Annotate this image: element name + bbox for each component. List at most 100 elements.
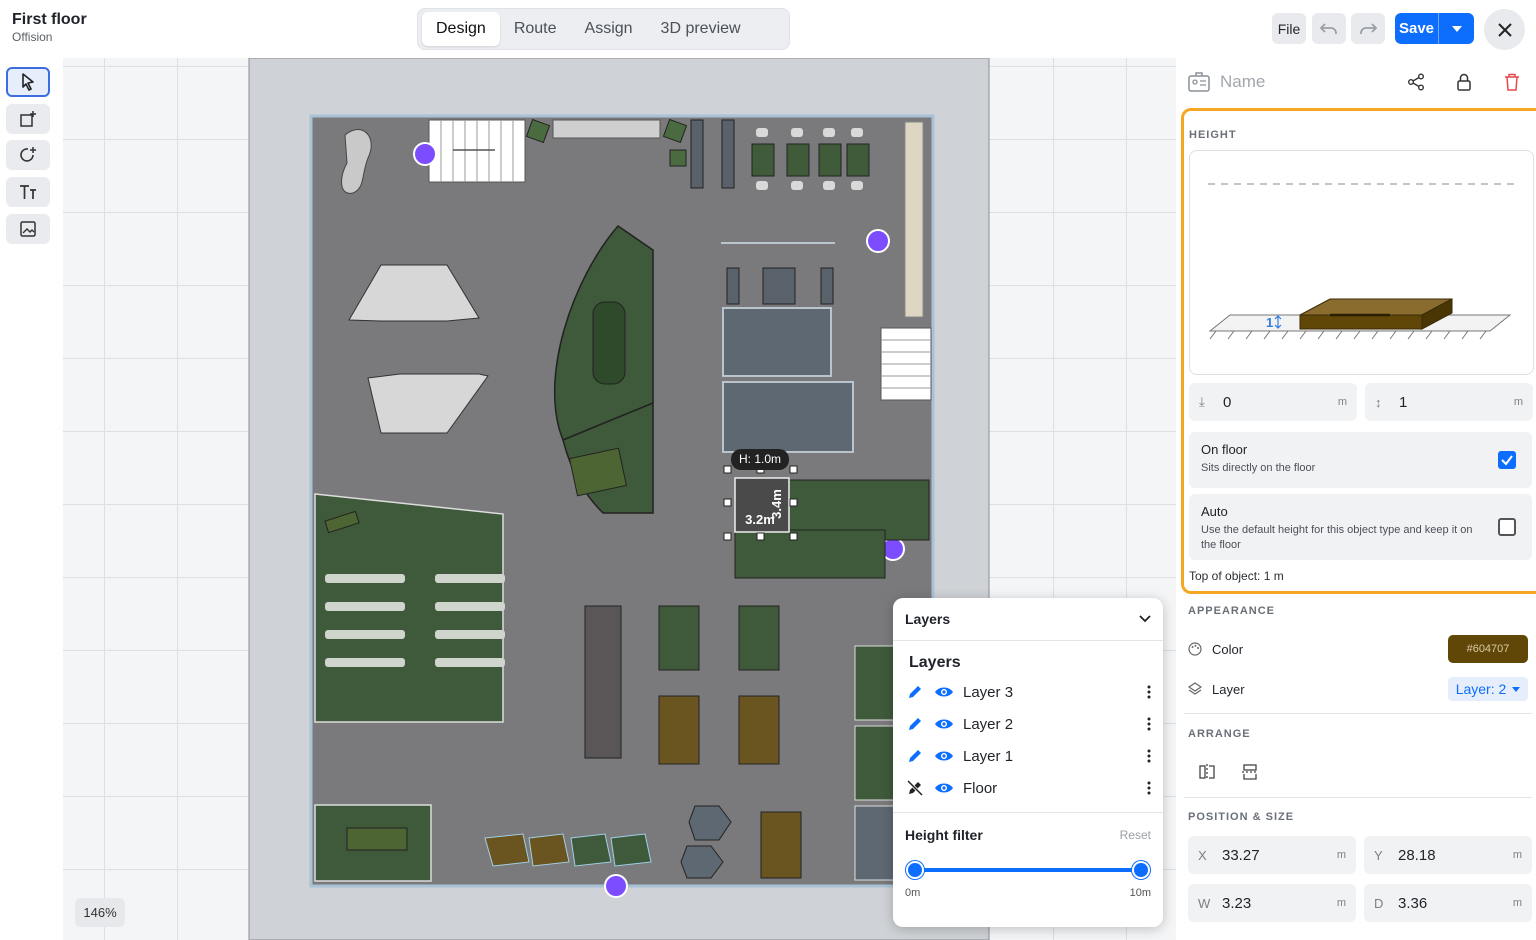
properties-header: Name xyxy=(1176,58,1536,106)
slider-track xyxy=(915,868,1141,872)
y-unit: m xyxy=(1512,849,1522,861)
x-position-field[interactable]: X 33.27 m xyxy=(1188,836,1356,874)
more-vertical-icon[interactable] xyxy=(1147,749,1151,763)
top-of-object-text: Top of object: 1 m xyxy=(1189,569,1284,583)
undo-button[interactable] xyxy=(1312,13,1346,44)
auto-description: Use the default height for this object t… xyxy=(1201,524,1473,551)
pencil-off-icon[interactable] xyxy=(905,778,925,798)
eye-icon[interactable] xyxy=(934,714,954,734)
layer-row-2[interactable]: Layer 2 xyxy=(893,708,1163,740)
eye-icon[interactable] xyxy=(934,682,954,702)
layers-title: Layers xyxy=(909,654,961,671)
y-label: Y xyxy=(1374,847,1383,863)
object-height-field[interactable]: ↕ 1 m xyxy=(1365,383,1533,421)
arrange-section-label: ARRANGE xyxy=(1188,728,1251,740)
height-filter-reset-button[interactable]: Reset xyxy=(1120,828,1151,842)
pencil-icon[interactable] xyxy=(905,682,925,702)
select-tool-button[interactable] xyxy=(6,67,50,97)
check-icon xyxy=(1501,455,1513,466)
d-unit: m xyxy=(1512,897,1522,909)
layers-icon xyxy=(1188,682,1202,695)
diagram-height-label: 1 xyxy=(1266,315,1273,330)
divider xyxy=(1184,797,1532,798)
height-filter-min: 0m xyxy=(905,887,921,899)
image-tool-button[interactable] xyxy=(6,214,50,244)
flip-horizontal-button[interactable] xyxy=(1198,763,1218,783)
layers-panel-header[interactable]: Layers xyxy=(893,598,1163,641)
color-label: Color xyxy=(1212,641,1244,657)
layer-name: Floor xyxy=(963,779,998,797)
tab-assign[interactable]: Assign xyxy=(571,12,647,46)
select-pointer-icon xyxy=(22,73,34,91)
text-tool-button[interactable] xyxy=(6,177,50,207)
file-button[interactable]: File xyxy=(1272,13,1306,44)
top-header: First floor Offision Design Route Assign… xyxy=(0,0,1536,58)
tab-design[interactable]: Design xyxy=(422,12,500,46)
layer-row-3[interactable]: Layer 3 xyxy=(893,676,1163,708)
on-floor-option[interactable]: On floor Sits directly on the floor xyxy=(1189,432,1532,488)
add-area-tool-button[interactable] xyxy=(6,104,50,134)
tab-3d-preview[interactable]: 3D preview xyxy=(647,12,755,46)
zoom-level[interactable]: 146% xyxy=(75,898,125,927)
layer-row-1[interactable]: Layer 1 xyxy=(893,740,1163,772)
eye-icon[interactable] xyxy=(934,746,954,766)
trash-icon xyxy=(1505,73,1519,91)
flip-vertical-button[interactable] xyxy=(1241,763,1261,783)
tab-route[interactable]: Route xyxy=(500,12,571,46)
d-value: 3.36 xyxy=(1398,894,1428,912)
layer-name: Layer 3 xyxy=(963,683,1014,701)
height-filter-slider[interactable] xyxy=(906,861,1150,879)
depth-field[interactable]: D 3.36 m xyxy=(1364,884,1532,922)
redo-button[interactable] xyxy=(1351,13,1385,44)
pencil-icon[interactable] xyxy=(905,746,925,766)
height-section: HEIGHT 1 ⤓ 0 m ↕ 1 m On floor Sits direc… xyxy=(1181,108,1536,594)
left-toolbar xyxy=(0,58,63,940)
image-icon xyxy=(20,221,36,237)
on-floor-title: On floor xyxy=(1201,442,1248,457)
rotate-tool-button[interactable] xyxy=(6,140,50,170)
more-vertical-icon[interactable] xyxy=(1147,717,1151,731)
eye-icon[interactable] xyxy=(934,778,954,798)
close-button[interactable] xyxy=(1484,9,1525,50)
floor-title-block: First floor Offision xyxy=(12,11,87,44)
object-height-value: 1 xyxy=(1399,393,1408,411)
mode-tabs: Design Route Assign 3D preview xyxy=(417,8,790,50)
auto-checkbox[interactable] xyxy=(1498,518,1516,536)
layer-row-floor[interactable]: Floor xyxy=(893,772,1163,804)
y-position-field[interactable]: Y 28.18 m xyxy=(1364,836,1532,874)
slider-min-handle[interactable] xyxy=(906,861,924,879)
properties-panel: Name HEIGHT 1 ⤓ 0 m ↕ 1 m On floor Sits … xyxy=(1176,58,1536,940)
depth-label: 3.4m xyxy=(769,489,784,519)
delete-button[interactable] xyxy=(1500,70,1524,94)
elevation-field[interactable]: ⤓ 0 m xyxy=(1189,383,1357,421)
more-vertical-icon[interactable] xyxy=(1147,685,1151,699)
appearance-section-label: APPEARANCE xyxy=(1188,605,1276,617)
height-filter-label: Height filter xyxy=(905,827,983,843)
object-name-input[interactable]: Name xyxy=(1220,72,1380,92)
x-value: 33.27 xyxy=(1222,846,1260,864)
color-swatch-button[interactable]: #604707 xyxy=(1448,635,1528,663)
undo-icon xyxy=(1319,22,1337,34)
layer-name: Layer 1 xyxy=(963,747,1014,765)
height-tooltip: H: 1.0m xyxy=(739,452,781,466)
layer-select[interactable]: Layer: 2 xyxy=(1448,677,1528,701)
lock-button[interactable] xyxy=(1452,70,1476,94)
save-button[interactable]: Save xyxy=(1395,13,1439,44)
save-options-button[interactable] xyxy=(1439,13,1474,44)
elevation-value: 0 xyxy=(1223,393,1232,411)
on-floor-checkbox[interactable] xyxy=(1498,451,1516,469)
save-button-group: Save xyxy=(1395,13,1474,44)
auto-height-option[interactable]: Auto Use the default height for this obj… xyxy=(1189,494,1532,560)
lock-icon xyxy=(1457,73,1471,91)
pencil-icon[interactable] xyxy=(905,714,925,734)
more-vertical-icon[interactable] xyxy=(1147,781,1151,795)
auto-title: Auto xyxy=(1201,504,1228,519)
height-diagram: 1 xyxy=(1189,150,1534,375)
slider-max-handle[interactable] xyxy=(1132,861,1150,879)
width-field[interactable]: W 3.23 m xyxy=(1188,884,1356,922)
share-button[interactable] xyxy=(1404,70,1428,94)
x-label: X xyxy=(1198,847,1207,863)
close-icon xyxy=(1497,22,1512,37)
position-size-section-label: POSITION & SIZE xyxy=(1188,811,1295,823)
height-arrows-icon: ↕ xyxy=(1375,394,1382,410)
